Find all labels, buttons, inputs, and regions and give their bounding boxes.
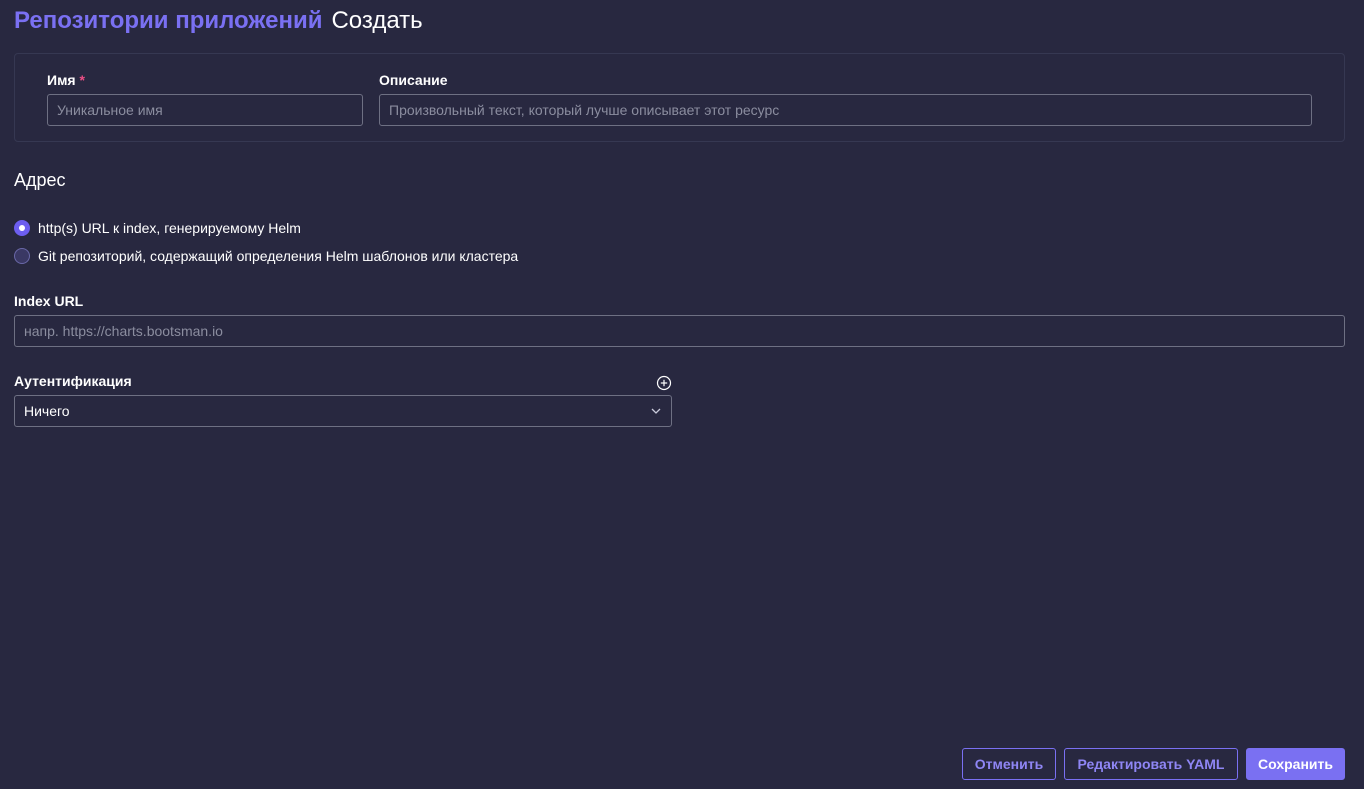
edit-yaml-button[interactable]: Редактировать YAML <box>1064 748 1238 780</box>
auth-label: Аутентификация <box>14 373 132 389</box>
radio-unchecked-icon[interactable] <box>14 248 30 264</box>
name-description-panel: Имя * Описание <box>14 53 1345 142</box>
index-url-label: Index URL <box>14 293 84 309</box>
cancel-button[interactable]: Отменить <box>962 748 1056 780</box>
name-input[interactable] <box>47 94 363 126</box>
radio-helm-index-url-label: http(s) URL к index, генерируемому Helm <box>38 220 301 236</box>
breadcrumb-app-repositories[interactable]: Репозитории приложений <box>14 7 322 35</box>
description-label: Описание <box>379 72 448 88</box>
plus-circle-icon[interactable] <box>656 375 672 391</box>
radio-git-repository-label: Git репозиторий, содержащий определения … <box>38 248 519 264</box>
name-label: Имя * <box>47 72 85 88</box>
index-url-input[interactable] <box>14 315 1345 347</box>
radio-helm-index-url[interactable]: http(s) URL к index, генерируемому Helm <box>14 220 301 236</box>
address-section-title: Адрес <box>14 170 66 190</box>
description-input[interactable] <box>379 94 1312 126</box>
auth-selected-value: Ничего <box>24 403 70 419</box>
required-marker: * <box>79 72 85 88</box>
auth-select[interactable]: Ничего <box>14 395 672 427</box>
name-label-text: Имя <box>47 72 76 88</box>
radio-git-repository[interactable]: Git репозиторий, содержащий определения … <box>14 248 518 264</box>
radio-checked-icon[interactable] <box>14 220 30 236</box>
create-app-repository-page: Репозитории приложений Создать Имя * Опи… <box>0 0 1364 789</box>
save-button[interactable]: Сохранить <box>1246 748 1345 780</box>
page-header: Репозитории приложений Создать <box>14 6 423 36</box>
page-title: Создать <box>331 7 423 34</box>
chevron-down-icon <box>650 405 662 417</box>
